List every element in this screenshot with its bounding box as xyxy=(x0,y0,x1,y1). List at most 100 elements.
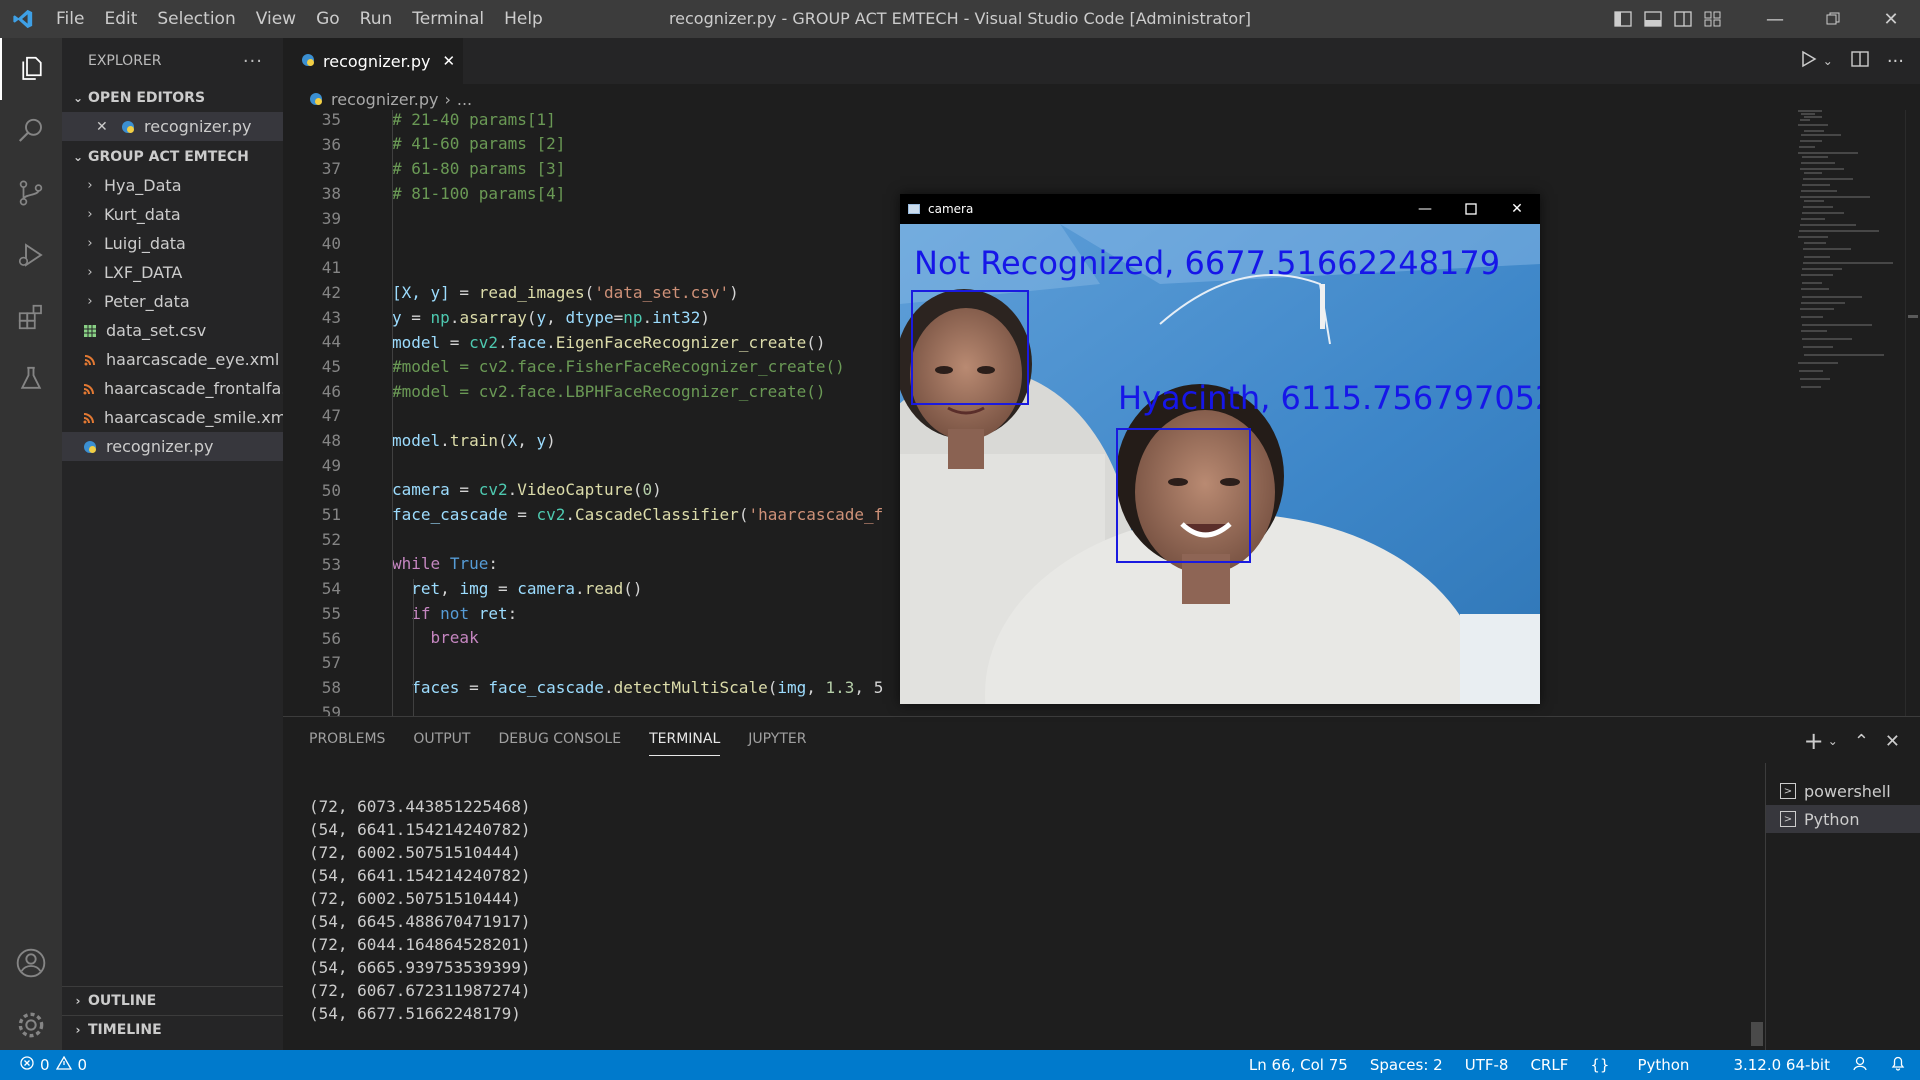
indentation[interactable]: Spaces: 2 xyxy=(1370,1056,1443,1074)
breadcrumb-symbol[interactable]: ... xyxy=(457,90,472,109)
open-editors-section[interactable]: ⌄ OPEN EDITORS xyxy=(62,84,283,112)
tree-item-label: Kurt_data xyxy=(104,205,181,224)
toggle-panel-icon[interactable] xyxy=(1638,0,1668,38)
menu-file[interactable]: File xyxy=(46,0,94,38)
tab-debug-console[interactable]: DEBUG CONSOLE xyxy=(498,731,621,756)
feedback-icon[interactable] xyxy=(1852,1055,1868,1075)
camera-maximize-icon[interactable] xyxy=(1448,194,1494,224)
menu-terminal[interactable]: Terminal xyxy=(402,0,494,38)
tab-terminal[interactable]: TERMINAL xyxy=(649,731,721,756)
minimap-line xyxy=(1804,256,1830,258)
chevron-down-icon[interactable]: ⌄ xyxy=(1823,54,1833,68)
python-interpreter[interactable]: 3.12.0 64-bit xyxy=(1733,1056,1830,1074)
file-item[interactable]: haarcascade_eye.xml xyxy=(62,345,283,374)
vscode-logo-icon[interactable] xyxy=(0,0,46,38)
folder-item[interactable]: › Luigi_data xyxy=(62,229,283,258)
terminal-output[interactable]: (72, 6073.443851225468) (54, 6641.1542142… xyxy=(309,795,531,1025)
problems-indicator[interactable]: 0 0 xyxy=(20,1050,87,1080)
accounts-icon[interactable] xyxy=(0,932,62,994)
explorer-icon[interactable] xyxy=(0,38,62,100)
tab-problems[interactable]: PROBLEMS xyxy=(309,731,385,756)
file-item[interactable]: data_set.csv xyxy=(62,316,283,345)
camera-titlebar[interactable]: camera — ✕ xyxy=(900,194,1540,224)
terminal-item-powershell[interactable]: > powershell xyxy=(1766,777,1920,805)
split-editor-icon[interactable] xyxy=(1851,50,1869,72)
code-line-50: camera = cv2.VideoCapture(0) xyxy=(392,480,662,499)
more-actions-icon[interactable]: ··· xyxy=(243,51,263,72)
file-item[interactable]: recognizer.py xyxy=(62,432,283,461)
terminal-item-python[interactable]: > Python xyxy=(1766,805,1920,833)
extensions-icon[interactable] xyxy=(0,286,62,348)
maximize-panel-icon[interactable]: ⌃ xyxy=(1854,731,1869,752)
activity-bar xyxy=(0,38,62,1050)
customize-layout-icon[interactable] xyxy=(1698,0,1728,38)
minimap-line xyxy=(1801,113,1815,115)
menu-selection[interactable]: Selection xyxy=(147,0,245,38)
close-tab-icon[interactable]: ✕ xyxy=(442,52,455,70)
open-editor-item[interactable]: ✕ recognizer.py xyxy=(62,112,283,141)
tab-output[interactable]: OUTPUT xyxy=(413,731,470,756)
folder-item[interactable]: › Hya_Data xyxy=(62,171,283,200)
folder-item[interactable]: › Kurt_data xyxy=(62,200,283,229)
minimap[interactable] xyxy=(1790,110,1900,440)
minimap-line xyxy=(1798,236,1828,238)
xml-file-icon xyxy=(82,352,98,368)
menu-edit[interactable]: Edit xyxy=(94,0,147,38)
run-debug-icon[interactable] xyxy=(0,224,62,286)
toggle-secondary-sidebar-icon[interactable] xyxy=(1668,0,1698,38)
terminal-line: (72, 6002.50751510444) xyxy=(309,843,521,862)
camera-minimize-icon[interactable]: — xyxy=(1402,194,1448,224)
menu-view[interactable]: View xyxy=(246,0,306,38)
minimap-line xyxy=(1804,242,1826,244)
menu-bar: File Edit Selection View Go Run Terminal… xyxy=(46,0,553,38)
camera-window-icon xyxy=(908,204,920,214)
encoding[interactable]: UTF-8 xyxy=(1465,1056,1509,1074)
source-control-icon[interactable] xyxy=(0,162,62,224)
code-line-55: if not ret: xyxy=(392,604,518,623)
menu-run[interactable]: Run xyxy=(350,0,403,38)
testing-icon[interactable] xyxy=(0,348,62,410)
menu-help[interactable]: Help xyxy=(494,0,553,38)
face-label-1: Not Recognized, 6677.51662248179 xyxy=(914,244,1501,282)
minimize-icon[interactable]: — xyxy=(1746,0,1804,38)
tab-jupyter[interactable]: JUPYTER xyxy=(748,731,806,756)
folder-item[interactable]: › Peter_data xyxy=(62,287,283,316)
tab-recognizer-py[interactable]: recognizer.py ✕ xyxy=(283,38,463,84)
new-terminal-icon[interactable]: + xyxy=(1804,727,1824,755)
camera-window[interactable]: camera — ✕ Not Recognized, 6677.51662248… xyxy=(900,194,1540,704)
toggle-primary-sidebar-icon[interactable] xyxy=(1608,0,1638,38)
minimap-line xyxy=(1799,370,1823,372)
close-editor-icon[interactable]: ✕ xyxy=(96,119,112,135)
camera-close-icon[interactable]: ✕ xyxy=(1494,194,1540,224)
workspace-folder-section[interactable]: ⌄ GROUP ACT EMTECH xyxy=(62,143,283,171)
editor-more-actions-icon[interactable]: ··· xyxy=(1887,51,1904,72)
manage-gear-icon[interactable] xyxy=(0,994,62,1056)
code-line-54: ret, img = camera.read() xyxy=(392,579,643,598)
file-item[interactable]: haarcascade_smile.xml xyxy=(62,403,283,432)
folder-item[interactable]: › LXF_DATA xyxy=(62,258,283,287)
breadcrumb-file[interactable]: recognizer.py xyxy=(331,90,438,109)
outline-section[interactable]: › OUTLINE xyxy=(62,987,283,1015)
editor-scrollbar[interactable] xyxy=(1905,110,1919,716)
notifications-bell-icon[interactable] xyxy=(1890,1055,1906,1075)
run-python-file-icon[interactable] xyxy=(1799,50,1817,72)
timeline-section[interactable]: › TIMELINE xyxy=(62,1016,283,1044)
line-number: 37 xyxy=(321,159,341,178)
cursor-position[interactable]: Ln 66, Col 75 xyxy=(1249,1056,1348,1074)
close-panel-icon[interactable]: ✕ xyxy=(1885,731,1900,752)
terminal-scrollbar-thumb[interactable] xyxy=(1751,1022,1763,1046)
explorer-title: EXPLORER xyxy=(88,53,162,69)
line-number: 38 xyxy=(321,184,341,203)
minimap-line xyxy=(1798,362,1838,364)
file-item[interactable]: haarcascade_frontalfa... xyxy=(62,374,283,403)
end-of-line[interactable]: CRLF xyxy=(1530,1056,1568,1074)
search-icon[interactable] xyxy=(0,100,62,162)
face-box-2 xyxy=(1116,428,1251,563)
restore-icon[interactable] xyxy=(1804,0,1862,38)
chevron-down-icon[interactable]: ⌄ xyxy=(1828,734,1838,748)
close-window-icon[interactable]: ✕ xyxy=(1862,0,1920,38)
menu-go[interactable]: Go xyxy=(306,0,350,38)
language-mode[interactable]: {} Python xyxy=(1590,1056,1711,1074)
terminal-line: (54, 6641.154214240782) xyxy=(309,866,531,885)
line-number: 58 xyxy=(321,678,341,697)
